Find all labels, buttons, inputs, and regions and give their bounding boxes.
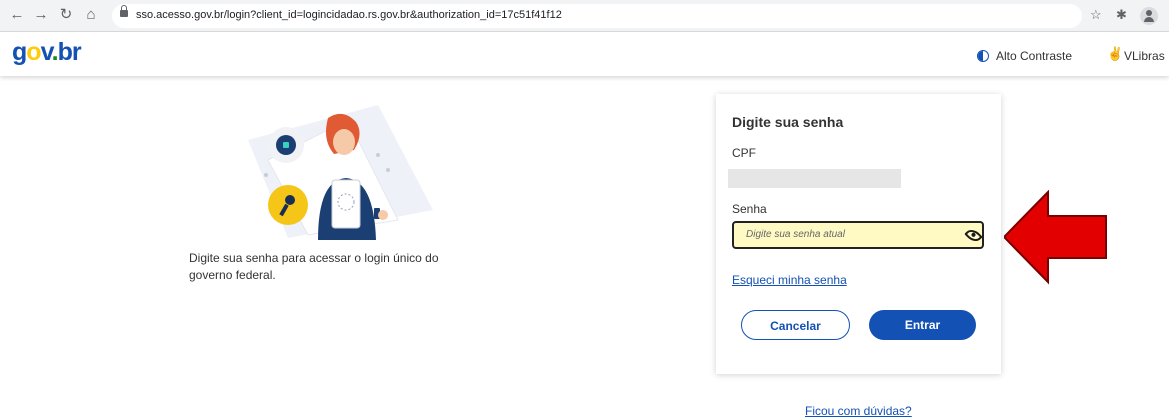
home-icon[interactable]: ⌂ xyxy=(82,6,100,24)
reload-icon[interactable]: ↻ xyxy=(57,6,75,24)
back-icon[interactable]: ← xyxy=(8,6,26,24)
key-badge-icon xyxy=(268,185,308,225)
bookmark-star-icon[interactable]: ☆ xyxy=(1090,7,1102,23)
forgot-password-link[interactable]: Esqueci minha senha xyxy=(732,273,847,287)
cpf-redacted-value xyxy=(728,169,901,188)
red-arrow-annotation xyxy=(1004,190,1107,285)
contrast-icon[interactable] xyxy=(977,50,989,62)
password-card: Digite sua senha CPF Senha Esqueci minha… xyxy=(716,94,1001,374)
submit-button[interactable]: Entrar xyxy=(869,310,976,340)
password-field[interactable] xyxy=(732,221,984,249)
login-illustration xyxy=(248,105,433,240)
vlibras-link[interactable]: VLibras xyxy=(1124,49,1165,63)
help-link[interactable]: Ficou com dúvidas? xyxy=(805,404,912,418)
browser-toolbar: ← → ↻ ⌂ sso.acesso.gov.br/login?client_i… xyxy=(0,0,1169,32)
card-title: Digite sua senha xyxy=(732,114,844,130)
lock-icon xyxy=(120,5,128,17)
vlibras-hand-icon[interactable]: ✌ xyxy=(1107,46,1123,62)
govbr-logo[interactable]: gov.br xyxy=(12,38,82,67)
password-input[interactable] xyxy=(746,229,956,240)
password-label: Senha xyxy=(732,202,767,216)
high-contrast-link[interactable]: Alto Contraste xyxy=(996,49,1072,63)
extensions-icon[interactable]: ✱ xyxy=(1116,7,1127,23)
forward-icon[interactable]: → xyxy=(32,6,50,24)
url-text: sso.acesso.gov.br/login?client_id=loginc… xyxy=(136,9,562,21)
login-description: Digite sua senha para acessar o login ún… xyxy=(189,251,439,282)
profile-avatar-icon[interactable] xyxy=(1140,7,1158,25)
site-header: gov.br Alto Contraste ✌ VLibras xyxy=(0,32,1169,76)
show-password-eye-icon[interactable] xyxy=(964,226,983,245)
cpf-label: CPF xyxy=(732,146,756,160)
address-bar[interactable]: sso.acesso.gov.br/login?client_id=loginc… xyxy=(112,4,1082,28)
cancel-button[interactable]: Cancelar xyxy=(741,310,850,340)
